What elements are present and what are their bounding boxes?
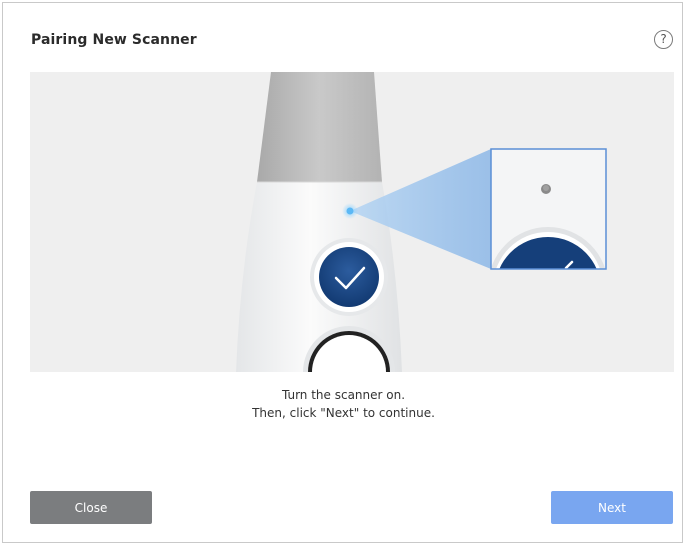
zoom-callout	[490, 148, 607, 270]
help-button[interactable]: ?	[654, 30, 673, 49]
led-indicator-icon	[346, 207, 354, 215]
instruction-line-2: Then, click "Next" to continue.	[252, 406, 435, 420]
next-button[interactable]: Next	[551, 491, 673, 524]
instructions-text: Turn the scanner on. Then, click "Next" …	[0, 386, 687, 422]
question-circle-icon: ?	[660, 32, 667, 46]
close-button[interactable]: Close	[30, 491, 152, 524]
power-button-graphic	[319, 247, 379, 307]
dialog-title: Pairing New Scanner	[31, 32, 197, 48]
scanner-illustration	[30, 72, 674, 372]
scanner-top	[257, 72, 382, 182]
instruction-line-1: Turn the scanner on.	[281, 388, 406, 402]
